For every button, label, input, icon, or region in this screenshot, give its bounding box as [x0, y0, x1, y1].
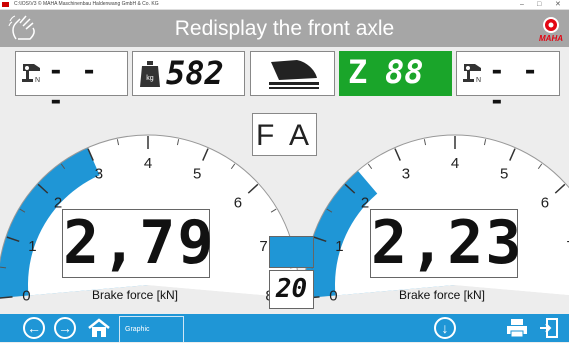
left-sensor-box: N - - - [15, 51, 128, 116]
gauge-tick-label: 5 [500, 165, 508, 182]
arrow-left-circle-icon: ← [27, 320, 41, 336]
right-sensor-value: - - - [489, 56, 539, 116]
weight-box: kg 582 [132, 51, 245, 96]
right-gauge-readout-box: 2,23 [370, 208, 524, 278]
close-button[interactable]: ✕ [555, 0, 561, 9]
back-button[interactable]: ← [23, 317, 45, 339]
printer-icon[interactable] [506, 318, 528, 338]
right-gauge-label: Brake force [kN] [398, 288, 486, 302]
page-title: Redisplay the front axle [174, 17, 395, 40]
footer-toolbar [0, 314, 569, 342]
gauge-tick-label: 4 [144, 155, 152, 172]
gauge-tick-label: 2 [54, 195, 62, 212]
gauge-tick-label: 7 [259, 238, 267, 255]
left-gauge-label: Brake force [kN] [91, 288, 179, 302]
gauge-tick-label: 3 [95, 165, 103, 182]
window-titlebar: C:\IOS\V3 © MAHA Maschinenbau Haldenwang… [0, 0, 569, 10]
gauge-tick-label: 6 [541, 195, 549, 212]
gauge-tick-label: 5 [193, 165, 201, 182]
right-gauge-value: 2,23 [371, 208, 524, 278]
left-sensor-value: - - - [48, 56, 98, 116]
gauge-tick-label: 6 [234, 195, 242, 212]
gauge-tick-label: 4 [451, 155, 459, 172]
gauge-tick-label: 2 [361, 195, 369, 212]
difference-box: 20 [269, 270, 314, 309]
difference-bar [269, 236, 314, 268]
left-gauge-value: 2,79 [63, 208, 216, 278]
weight-value: 582 [166, 54, 224, 92]
header-bar: Redisplay the front axle MAHA [0, 10, 569, 47]
window-title: C:\IOS\V3 © MAHA Maschinenbau Haldenwang… [14, 1, 159, 7]
difference-value: 20 [275, 274, 308, 304]
brake-pedal-icon [269, 60, 319, 89]
forward-button[interactable]: → [54, 317, 76, 339]
zone-value: 88 [385, 53, 424, 91]
foot-pedal-box [250, 51, 335, 96]
left-sensor-sub: N [35, 77, 40, 84]
right-sensor-box: N - - - [456, 51, 560, 116]
right-sensor-sub: N [476, 77, 481, 84]
arrow-down-circle-icon: ↓ [441, 320, 449, 336]
gauge-tick-label: 1 [28, 238, 36, 255]
gauge-tick-label: 3 [402, 165, 410, 182]
gauge-tick-label: 0 [22, 288, 30, 305]
maximize-button[interactable]: □ [537, 0, 541, 9]
left-wheel-sensor-icon: N [22, 64, 40, 84]
right-wheel-sensor-icon: N [463, 64, 481, 84]
zone-box: Z 88 [339, 51, 452, 96]
tab-graphic[interactable]: Graphic [119, 316, 184, 342]
weight-icon: kg [140, 61, 160, 87]
maha-logo-text: MAHA [539, 34, 563, 43]
arrow-right-circle-icon: → [58, 320, 72, 336]
exit-icon[interactable] [538, 317, 560, 339]
gauge-tick-label: 1 [335, 238, 343, 255]
home-icon[interactable] [87, 318, 111, 338]
gauge-tick-label: 0 [329, 288, 337, 305]
gauge-minor-tick [0, 266, 7, 269]
maha-logo: MAHA [536, 14, 566, 44]
minimize-button[interactable]: – [520, 0, 524, 9]
weight-unit: kg [146, 75, 154, 82]
down-button[interactable]: ↓ [434, 317, 456, 339]
app-icon [2, 2, 9, 7]
left-gauge-readout-box: 2,79 [62, 208, 216, 278]
zone-label: Z [348, 53, 368, 91]
